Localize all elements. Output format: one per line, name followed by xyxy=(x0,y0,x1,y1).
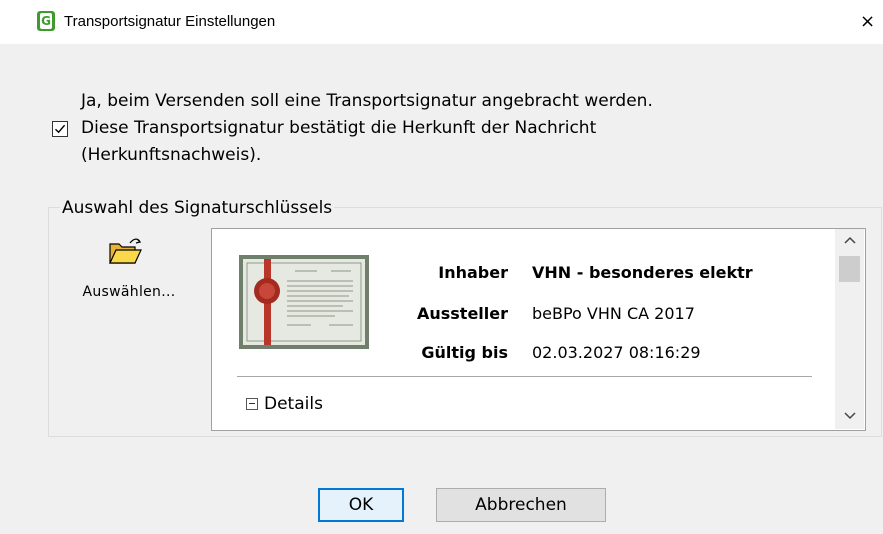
certificate-panel[interactable]: Inhaber VHN - besonderes elektr Ausstell… xyxy=(211,228,866,431)
certificate-divider xyxy=(237,376,812,377)
issuer-label: Aussteller xyxy=(416,304,508,323)
valid-until-label: Gültig bis xyxy=(421,343,508,362)
issuer-value: beBPo VHN CA 2017 xyxy=(532,304,695,323)
owner-value: VHN - besonderes elektr xyxy=(532,263,753,282)
collapse-icon xyxy=(246,398,258,410)
scroll-down-icon[interactable] xyxy=(835,405,864,427)
details-toggle[interactable]: Details xyxy=(246,394,323,414)
window-title: Transportsignatur Einstellungen xyxy=(64,13,276,30)
close-icon[interactable]: × xyxy=(860,10,883,34)
scroll-up-icon[interactable] xyxy=(835,229,864,251)
scrollbar-thumb[interactable] xyxy=(839,256,860,282)
app-icon-letter: G xyxy=(40,13,52,29)
select-key-button[interactable]: Auswählen... xyxy=(60,232,200,312)
message-line-3: (Herkunftsnachweis). xyxy=(81,145,262,165)
checkmark-icon xyxy=(55,124,66,134)
title-bar: G Transportsignatur Einstellungen × xyxy=(0,0,883,44)
message-line-2: Diese Transportsignatur bestätigt die He… xyxy=(81,118,597,138)
message-line-1: Ja, beim Versenden soll eine Transportsi… xyxy=(81,91,653,111)
transport-signature-checkbox[interactable] xyxy=(52,121,68,137)
signature-key-group-label: Auswahl des Signaturschlüssels xyxy=(60,197,335,219)
open-folder-icon xyxy=(109,238,142,264)
select-key-button-label: Auswählen... xyxy=(82,284,176,300)
valid-until-value: 02.03.2027 08:16:29 xyxy=(532,343,701,362)
certificate-scrollbar[interactable] xyxy=(835,229,864,429)
details-label: Details xyxy=(264,394,323,414)
ok-button[interactable]: OK xyxy=(318,488,404,522)
app-icon: G xyxy=(37,11,55,31)
owner-label: Inhaber xyxy=(438,263,508,282)
cancel-button[interactable]: Abbrechen xyxy=(436,488,606,522)
